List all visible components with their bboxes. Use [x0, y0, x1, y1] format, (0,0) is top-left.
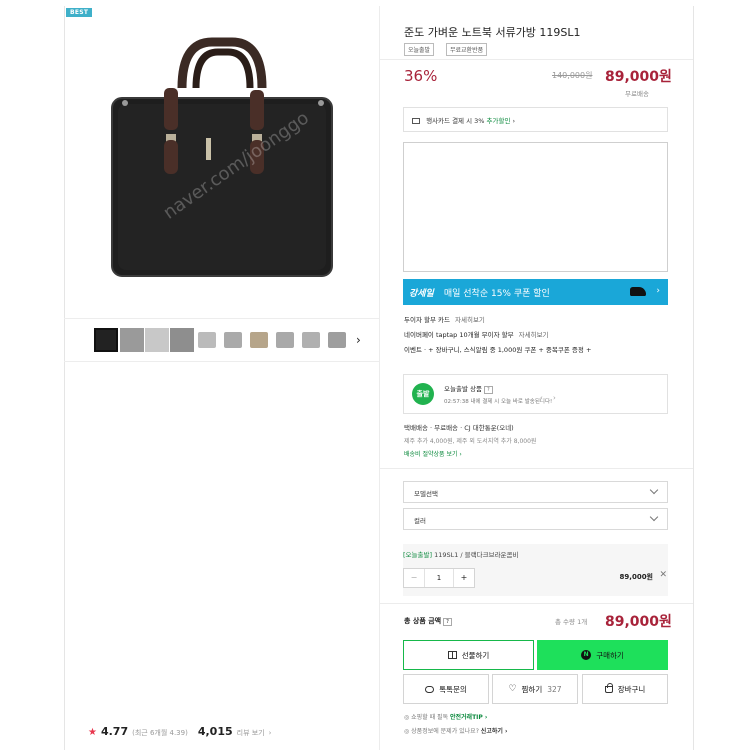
sale-price: 89,000원: [605, 69, 672, 85]
buy-button-label: 구매하기: [596, 650, 624, 660]
thumbnail-6[interactable]: [224, 332, 242, 348]
talk-button-label: 톡톡문의: [439, 684, 467, 694]
cart-button-label: 장바구니: [617, 684, 646, 694]
card-offer-chevron-icon: ›: [512, 117, 516, 125]
model-select-label: 모델선택: [414, 490, 438, 498]
benefit-detail-link[interactable]: 자세히보기: [519, 331, 549, 339]
model-select[interactable]: 모델선택: [403, 481, 668, 503]
tag-free-return: 무료교환반품: [446, 43, 488, 56]
column-divider: [379, 6, 380, 750]
color-select[interactable]: 컬러: [403, 508, 668, 530]
original-price: 140,000원: [552, 71, 593, 80]
quantity-plus-button[interactable]: +: [454, 569, 474, 587]
divider: [380, 603, 693, 604]
star-icon: ★: [88, 727, 97, 738]
today-pager-arrows[interactable]: ‹ ›: [540, 394, 560, 402]
benefit-row-3[interactable]: 이벤트 · + 장바구니, 스식알림 중 1,000원 쿠폰 + 중복쿠폰 증정…: [404, 344, 591, 354]
shoe-icon: [630, 287, 646, 296]
divider: [380, 59, 693, 60]
chevron-down-icon: [649, 512, 659, 522]
color-select-label: 컬러: [414, 517, 426, 525]
safe-trade-tip: ◎ 쇼핑할 때 필독 안전거래TIP ›: [404, 714, 488, 721]
zzim-count: 327: [547, 684, 562, 694]
shipping-info: 택배배송 · 무료배송 · CJ 대한통운(오네): [404, 424, 514, 432]
thumbnail-1[interactable]: [94, 328, 118, 352]
card-offer-text: 행사카드 결제 시 3%: [426, 117, 487, 125]
product-title: 준도 가벼운 노트북 서류가방 119SL1: [404, 26, 581, 39]
zzim-button[interactable]: ♡ 찜하기 327: [492, 674, 578, 704]
rating-recent-note: (최근 6개월 4.39): [132, 729, 188, 737]
card-offer[interactable]: 행사카드 결제 시 3% 추가할인 ›: [403, 107, 668, 132]
thumbnail-next-arrow[interactable]: ›: [356, 333, 361, 347]
truck-icon: 출발: [412, 383, 434, 405]
zzim-button-label: 찜하기: [521, 684, 543, 694]
heart-icon: ♡: [508, 683, 517, 694]
thumbnail-8[interactable]: [276, 332, 294, 348]
quantity-stepper: − 1 +: [403, 568, 475, 588]
best-badge: BEST: [66, 8, 93, 17]
gift-button-label: 선물하기: [461, 650, 490, 660]
selected-option: [오늘출발] 119SL1 / 블랙다크브라운콤비 − 1 + 89,000원 …: [403, 544, 668, 596]
empty-content-box: [403, 142, 668, 272]
shopping-bag-icon: [604, 682, 613, 693]
gift-icon: [447, 651, 457, 659]
report-row: ◎ 상품정보에 문제가 있나요? 신고하기 ›: [404, 728, 508, 735]
thumbnail-10[interactable]: [328, 332, 346, 348]
option-price: 89,000원: [619, 573, 653, 581]
help-icon[interactable]: ?: [443, 618, 452, 626]
quantity-value[interactable]: 1: [424, 569, 454, 587]
promo-logo: 강세일: [409, 288, 434, 299]
promo-banner[interactable]: 강세일 매일 선착순 15% 쿠폰 할인 ›: [403, 279, 668, 305]
thumbnail-9[interactable]: [302, 332, 320, 348]
total-quantity: 총 수량 1개: [555, 618, 588, 626]
naver-pay-icon: N: [581, 650, 592, 660]
shipping-extra-fee: 제주 추가 4,000원, 제주 외 도서지역 추가 8,000원: [404, 438, 537, 445]
thumbnail-2[interactable]: [120, 328, 144, 352]
promo-chevron-icon: ›: [656, 286, 660, 296]
today-shipping-title: 오늘출발 상품?: [444, 383, 493, 394]
talk-inquiry-button[interactable]: 톡톡문의: [403, 674, 489, 704]
quantity-minus-button[interactable]: −: [404, 569, 424, 587]
chat-icon: [425, 685, 435, 693]
safe-trade-link[interactable]: 안전거래TIP ›: [450, 714, 487, 721]
thumbnail-7[interactable]: [250, 332, 268, 348]
card-icon: [412, 118, 420, 124]
thumbnail-5[interactable]: [198, 332, 216, 348]
benefit-label: 이벤트 · + 장바구니, 스식알림 중 1,000원 쿠폰 + 중복쿠폰 증정…: [404, 346, 592, 354]
thumbnail-3[interactable]: [145, 328, 169, 352]
buy-button[interactable]: N 구매하기: [537, 640, 668, 670]
total-label: 총 상품 금액?: [404, 616, 452, 626]
remove-option-icon[interactable]: ✕: [659, 570, 667, 580]
review-chevron-icon[interactable]: ›: [269, 729, 272, 737]
benefit-detail-link[interactable]: 자세히보기: [455, 316, 485, 324]
report-link[interactable]: 신고하기 ›: [481, 728, 508, 735]
help-icon[interactable]: ?: [483, 386, 493, 394]
rating-value: 4.77: [100, 725, 129, 738]
gift-button[interactable]: 선물하기: [403, 640, 534, 670]
card-offer-highlight: 추가할인: [486, 117, 511, 125]
benefit-label: 두이자 할부 카드: [404, 316, 450, 324]
benefit-label: 네이버페이 taptap 10개월 무이자 할부: [404, 331, 514, 339]
product-image[interactable]: [100, 30, 340, 285]
divider: [380, 468, 693, 469]
rating-bar: ★ 4.77 (최근 6개월 4.39) 4,015 리뷰 보기 ›: [88, 725, 271, 738]
chevron-down-icon: [649, 485, 659, 495]
today-shipping-subtitle: 02:57:38 내에 결제 시 오늘 바로 발송된니다!: [444, 399, 553, 405]
benefit-row-1: 두이자 할부 카드 자세히보기: [404, 314, 485, 324]
selected-option-name: [오늘출발] 119SL1 / 블랙다크브라운콤비: [403, 551, 519, 559]
cart-button[interactable]: 장바구니: [582, 674, 668, 704]
promo-text: 매일 선착순 15% 쿠폰 할인: [443, 288, 550, 299]
discount-rate: 36%: [404, 67, 438, 85]
review-count[interactable]: 4,015: [198, 725, 233, 738]
today-shipping-box: 출발 오늘출발 상품? 02:57:38 내에 결제 시 오늘 바로 발송된니다…: [403, 374, 668, 414]
review-link[interactable]: 리뷰 보기: [237, 728, 265, 738]
total-price: 89,000원: [605, 614, 672, 630]
shipping-saving-link[interactable]: 배송비 절약상품 보기 ›: [404, 449, 462, 458]
benefit-row-2: 네이버페이 taptap 10개월 무이자 할부 자세히보기: [404, 329, 549, 339]
tag-today-ship: 오늘출발: [404, 43, 435, 56]
thumbnail-4[interactable]: [170, 328, 194, 352]
shipping-badge: 무료배송: [625, 90, 649, 98]
